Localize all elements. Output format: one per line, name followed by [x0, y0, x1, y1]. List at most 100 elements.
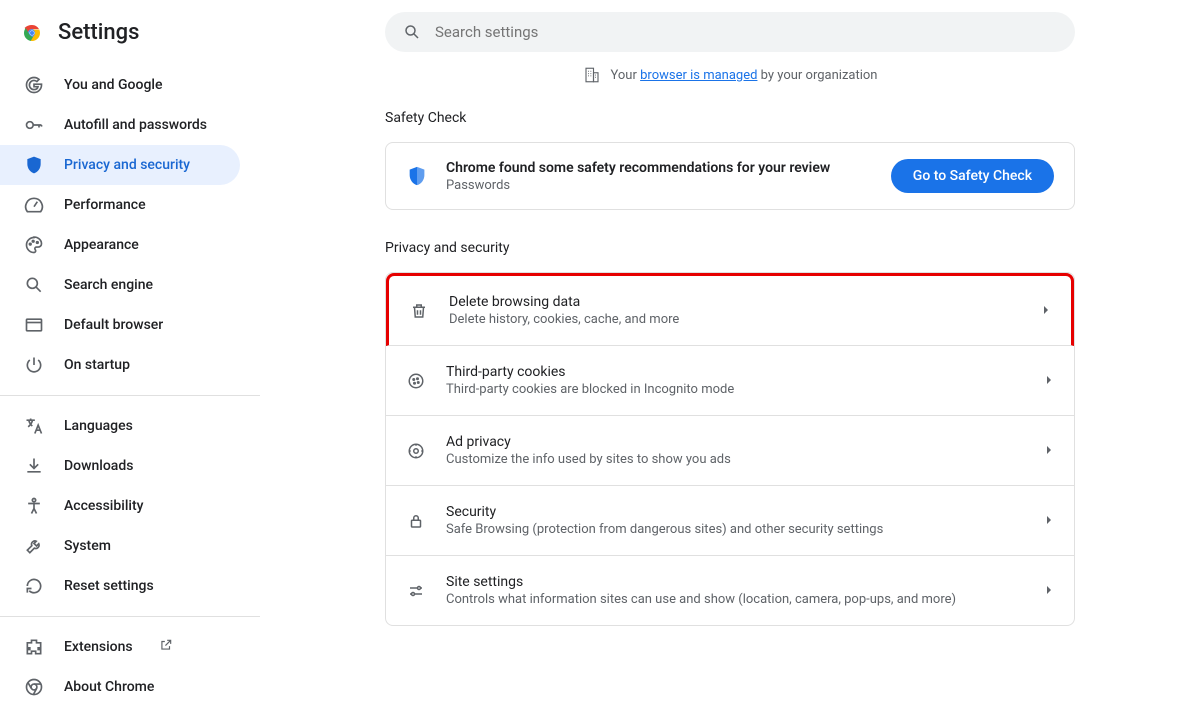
sliders-icon — [406, 581, 426, 601]
safety-check-subtitle: Passwords — [446, 178, 873, 193]
sidebar-item-accessibility[interactable]: Accessibility — [0, 486, 240, 526]
sidebar-item-on-startup[interactable]: On startup — [0, 345, 240, 385]
sidebar-item-you-and-google[interactable]: You and Google — [0, 65, 240, 105]
sidebar-item-label: On startup — [64, 357, 130, 373]
row-subtitle: Customize the info used by sites to show… — [446, 452, 1024, 467]
section-privacy-title: Privacy and security — [385, 240, 1075, 256]
row-ad-privacy[interactable]: Ad privacy Customize the info used by si… — [386, 416, 1074, 486]
sidebar-item-performance[interactable]: Performance — [0, 185, 240, 225]
sidebar-item-label: Performance — [64, 197, 146, 213]
sidebar-item-label: Appearance — [64, 237, 139, 253]
sidebar-item-search-engine[interactable]: Search engine — [0, 265, 240, 305]
lock-icon — [406, 511, 426, 531]
wrench-icon — [24, 536, 44, 556]
trash-icon — [409, 301, 429, 321]
row-delete-browsing-data[interactable]: Delete browsing data Delete history, coo… — [386, 273, 1074, 346]
search-icon — [24, 275, 44, 295]
sidebar-item-system[interactable]: System — [0, 526, 240, 566]
power-icon — [24, 355, 44, 375]
settings-main: Your browser is managed by your organiza… — [260, 0, 1200, 700]
sidebar-item-label: System — [64, 538, 111, 554]
sidebar-item-label: Privacy and security — [64, 157, 190, 173]
accessibility-icon — [24, 496, 44, 516]
speedometer-icon — [24, 195, 44, 215]
row-body: Third-party cookies Third-party cookies … — [446, 364, 1024, 397]
row-body: Site settings Controls what information … — [446, 574, 1024, 607]
google-g-icon — [24, 75, 44, 95]
row-subtitle: Delete history, cookies, cache, and more — [449, 312, 1021, 327]
row-title: Security — [446, 504, 1024, 520]
reset-icon — [24, 576, 44, 596]
download-icon — [24, 456, 44, 476]
search-bar[interactable] — [385, 12, 1075, 52]
row-title: Delete browsing data — [449, 294, 1021, 310]
settings-sidebar: Settings You and Google Autofill and pas… — [0, 0, 260, 700]
sidebar-item-about[interactable]: About Chrome — [0, 667, 240, 707]
safety-check-card: Chrome found some safety recommendations… — [385, 142, 1075, 210]
safety-check-title: Chrome found some safety recommendations… — [446, 160, 873, 176]
content-area: Safety Check Chrome found some safety re… — [385, 110, 1075, 626]
chevron-right-icon — [1044, 513, 1054, 529]
managed-text: Your browser is managed by your organiza… — [611, 68, 878, 83]
sidebar-item-autofill[interactable]: Autofill and passwords — [0, 105, 240, 145]
sidebar-item-label: Languages — [64, 418, 133, 434]
section-safety-check-title: Safety Check — [385, 110, 1075, 126]
shield-icon — [24, 155, 44, 175]
sidebar-item-privacy[interactable]: Privacy and security — [0, 145, 240, 185]
sidebar-item-label: Downloads — [64, 458, 133, 474]
search-input[interactable] — [435, 23, 1057, 41]
chrome-logo-icon — [20, 21, 44, 45]
row-subtitle: Third-party cookies are blocked in Incog… — [446, 382, 1024, 397]
sidebar-item-label: Accessibility — [64, 498, 143, 514]
sidebar-item-languages[interactable]: Languages — [0, 406, 240, 446]
sidebar-item-downloads[interactable]: Downloads — [0, 446, 240, 486]
row-security[interactable]: Security Safe Browsing (protection from … — [386, 486, 1074, 556]
key-icon — [24, 115, 44, 135]
sidebar-item-label: Search engine — [64, 277, 153, 293]
sidebar-item-label: Reset settings — [64, 578, 154, 594]
sidebar-item-reset[interactable]: Reset settings — [0, 566, 240, 606]
row-body: Ad privacy Customize the info used by si… — [446, 434, 1024, 467]
managed-banner: Your browser is managed by your organiza… — [284, 66, 1176, 84]
ad-privacy-icon — [406, 441, 426, 461]
sidebar-list-more: Languages Downloads Accessibility System… — [0, 406, 260, 606]
browser-icon — [24, 315, 44, 335]
privacy-list-card: Delete browsing data Delete history, coo… — [385, 272, 1075, 626]
sidebar-item-label: You and Google — [64, 77, 162, 93]
row-subtitle: Controls what information sites can use … — [446, 592, 1024, 607]
extension-icon — [24, 637, 44, 657]
sidebar-header: Settings — [0, 16, 260, 65]
row-third-party-cookies[interactable]: Third-party cookies Third-party cookies … — [386, 346, 1074, 416]
managed-link[interactable]: browser is managed — [640, 68, 757, 83]
chrome-outline-icon — [24, 677, 44, 697]
chevron-right-icon — [1044, 583, 1054, 599]
sidebar-item-label: About Chrome — [64, 679, 154, 695]
safety-check-text: Chrome found some safety recommendations… — [446, 160, 873, 193]
row-title: Ad privacy — [446, 434, 1024, 450]
building-icon — [583, 66, 601, 84]
chevron-right-icon — [1041, 303, 1051, 319]
sidebar-divider — [0, 395, 260, 396]
row-body: Security Safe Browsing (protection from … — [446, 504, 1024, 537]
chevron-right-icon — [1044, 443, 1054, 459]
palette-icon — [24, 235, 44, 255]
row-subtitle: Safe Browsing (protection from dangerous… — [446, 522, 1024, 537]
sidebar-item-appearance[interactable]: Appearance — [0, 225, 240, 265]
sidebar-list-bottom: Extensions About Chrome — [0, 627, 260, 707]
row-site-settings[interactable]: Site settings Controls what information … — [386, 556, 1074, 625]
chevron-right-icon — [1044, 373, 1054, 389]
search-icon — [403, 23, 421, 41]
sidebar-item-label: Autofill and passwords — [64, 117, 207, 133]
sidebar-item-label: Default browser — [64, 317, 163, 333]
page-title: Settings — [58, 20, 139, 45]
sidebar-item-default-browser[interactable]: Default browser — [0, 305, 240, 345]
shield-blue-icon — [406, 165, 428, 187]
row-title: Site settings — [446, 574, 1024, 590]
sidebar-item-extensions[interactable]: Extensions — [0, 627, 240, 667]
go-to-safety-check-button[interactable]: Go to Safety Check — [891, 159, 1054, 193]
sidebar-divider — [0, 616, 260, 617]
sidebar-list-main: You and Google Autofill and passwords Pr… — [0, 65, 260, 385]
row-body: Delete browsing data Delete history, coo… — [449, 294, 1021, 327]
sidebar-item-label: Extensions — [64, 639, 133, 655]
cookie-icon — [406, 371, 426, 391]
